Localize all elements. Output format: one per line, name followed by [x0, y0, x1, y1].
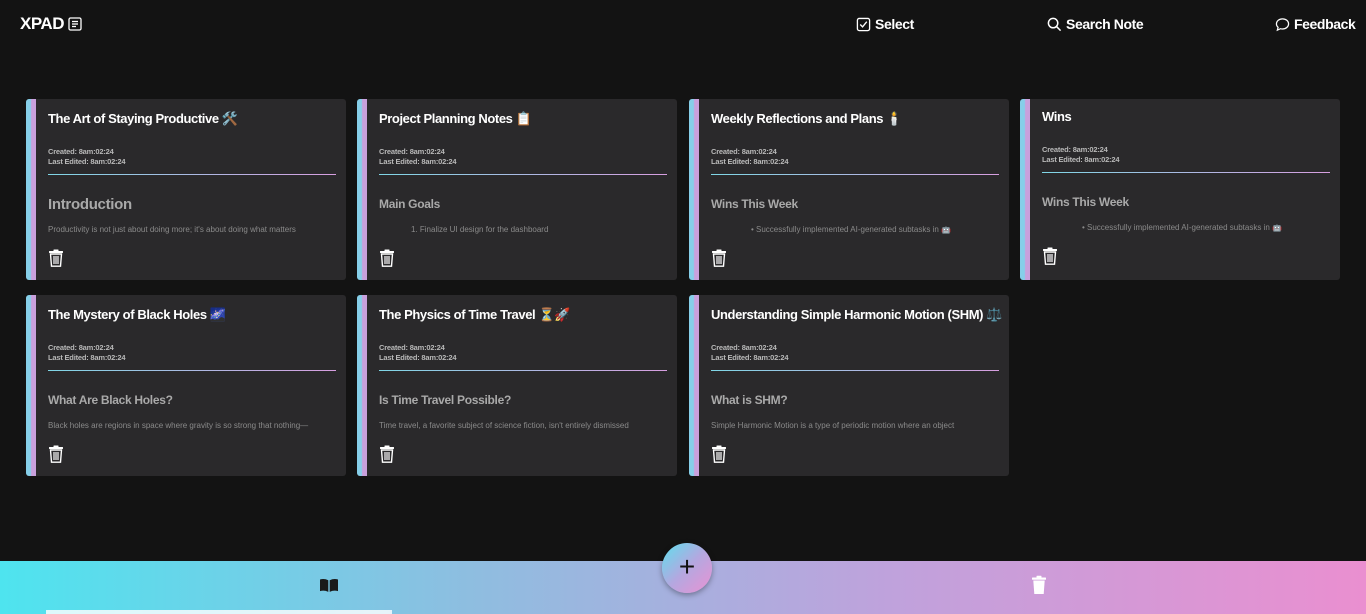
- note-meta: Created: 8am:02:24 Last Edited: 8am:02:2…: [711, 343, 788, 363]
- card-accent-stripe: [689, 295, 699, 476]
- card-accent-stripe: [357, 295, 367, 476]
- note-edited: Last Edited: 8am:02:24: [379, 157, 457, 166]
- card-divider: [1042, 172, 1330, 173]
- note-preview: • Successfully implemented AI-generated …: [711, 226, 999, 234]
- note-created: Created: 8am:02:24: [379, 147, 445, 156]
- note-edited: Last Edited: 8am:02:24: [48, 353, 126, 362]
- note-edited: Last Edited: 8am:02:24: [1042, 155, 1120, 164]
- note-title: The Physics of Time Travel ⏳🚀: [379, 307, 571, 322]
- note-title: The Art of Staying Productive 🛠️: [48, 111, 238, 126]
- trash-icon[interactable]: [379, 249, 395, 267]
- card-accent-stripe: [357, 99, 367, 280]
- note-preview: Black holes are regions in space where g…: [48, 422, 336, 430]
- note-heading: Introduction: [48, 196, 132, 213]
- search-note-button[interactable]: Search Note: [1047, 16, 1144, 32]
- top-bar: XPAD Select Search Note Feedback: [0, 0, 1366, 48]
- active-tab-indicator: [46, 610, 392, 614]
- search-label: Search Note: [1066, 16, 1144, 32]
- note-edited: Last Edited: 8am:02:24: [711, 353, 789, 362]
- note-card[interactable]: Understanding Simple Harmonic Motion (SH…: [689, 295, 1009, 476]
- note-edited: Last Edited: 8am:02:24: [711, 157, 789, 166]
- note-title: Weekly Reflections and Plans 🕯️: [711, 111, 903, 126]
- note-edited: Last Edited: 8am:02:24: [48, 157, 126, 166]
- note-heading: Is Time Travel Possible?: [379, 393, 511, 407]
- note-preview-text: Time travel, a favorite subject of scien…: [379, 422, 629, 430]
- note-heading: What Are Black Holes?: [48, 393, 173, 407]
- note-preview-text: • Successfully implemented AI-generated …: [1082, 224, 1282, 232]
- note-preview-text: Black holes are regions in space where g…: [48, 422, 309, 430]
- note-preview-text: 1. Finalize UI design for the dashboard: [411, 226, 549, 234]
- trash-icon[interactable]: [711, 249, 727, 267]
- note-preview: • Successfully implemented AI-generated …: [1042, 224, 1330, 232]
- note-meta: Created: 8am:02:24 Last Edited: 8am:02:2…: [48, 147, 125, 167]
- note-title: The Mystery of Black Holes 🌌: [48, 307, 226, 322]
- trash-icon[interactable]: [711, 445, 727, 463]
- note-heading: What is SHM?: [711, 393, 788, 407]
- select-button[interactable]: Select: [856, 16, 914, 32]
- notepad-icon: [68, 17, 82, 31]
- note-preview-text: • Successfully implemented AI-generated …: [751, 226, 951, 234]
- card-divider: [48, 174, 336, 175]
- note-preview-text: Productivity is not just about doing mor…: [48, 226, 296, 234]
- note-created: Created: 8am:02:24: [711, 343, 777, 352]
- note-meta: Created: 8am:02:24 Last Edited: 8am:02:2…: [379, 343, 456, 363]
- trash-icon[interactable]: [48, 249, 64, 267]
- trash-icon[interactable]: [1042, 247, 1058, 265]
- note-meta: Created: 8am:02:24 Last Edited: 8am:02:2…: [48, 343, 125, 363]
- trash-icon[interactable]: [1031, 575, 1047, 595]
- card-accent-stripe: [26, 295, 36, 476]
- note-created: Created: 8am:02:24: [48, 343, 114, 352]
- note-preview: Time travel, a favorite subject of scien…: [379, 422, 667, 430]
- search-icon: [1047, 17, 1062, 31]
- logo-text: XPAD: [20, 14, 64, 33]
- note-card[interactable]: Wins Created: 8am:02:24 Last Edited: 8am…: [1020, 99, 1340, 280]
- trash-icon[interactable]: [48, 445, 64, 463]
- note-meta: Created: 8am:02:24 Last Edited: 8am:02:2…: [379, 147, 456, 167]
- note-preview: 1. Finalize UI design for the dashboard: [379, 226, 667, 234]
- note-created: Created: 8am:02:24: [48, 147, 114, 156]
- chat-bubble-icon: [1275, 17, 1290, 31]
- card-divider: [379, 174, 667, 175]
- trash-icon[interactable]: [379, 445, 395, 463]
- note-heading: Main Goals: [379, 197, 441, 211]
- note-created: Created: 8am:02:24: [379, 343, 445, 352]
- note-card[interactable]: The Art of Staying Productive 🛠️ Created…: [26, 99, 346, 280]
- note-meta: Created: 8am:02:24 Last Edited: 8am:02:2…: [711, 147, 788, 167]
- card-divider: [711, 174, 999, 175]
- card-divider: [48, 370, 336, 371]
- book-icon[interactable]: [319, 577, 339, 593]
- note-title: Wins: [1042, 109, 1072, 124]
- note-card[interactable]: The Mystery of Black Holes 🌌 Created: 8a…: [26, 295, 346, 476]
- note-heading: Wins This Week: [1042, 195, 1129, 209]
- note-created: Created: 8am:02:24: [711, 147, 777, 156]
- note-preview: Productivity is not just about doing mor…: [48, 226, 336, 234]
- select-label: Select: [875, 16, 914, 32]
- note-created: Created: 8am:02:24: [1042, 145, 1108, 154]
- note-title: Understanding Simple Harmonic Motion (SH…: [711, 307, 1003, 322]
- add-note-button[interactable]: +: [662, 543, 712, 593]
- note-edited: Last Edited: 8am:02:24: [379, 353, 457, 362]
- note-preview: Simple Harmonic Motion is a type of peri…: [711, 422, 999, 430]
- note-card[interactable]: Weekly Reflections and Plans 🕯️ Created:…: [689, 99, 1009, 280]
- card-divider: [379, 370, 667, 371]
- feedback-button[interactable]: Feedback: [1275, 16, 1356, 32]
- note-title: Project Planning Notes 📋: [379, 111, 532, 126]
- card-accent-stripe: [26, 99, 36, 280]
- card-accent-stripe: [1020, 99, 1030, 280]
- plus-icon: +: [678, 551, 696, 582]
- feedback-label: Feedback: [1294, 16, 1356, 32]
- note-heading: Wins This Week: [711, 197, 798, 211]
- card-divider: [711, 370, 999, 371]
- note-card[interactable]: Project Planning Notes 📋 Created: 8am:02…: [357, 99, 677, 280]
- card-accent-stripe: [689, 99, 699, 280]
- note-preview-text: Simple Harmonic Motion is a type of peri…: [711, 422, 955, 430]
- note-meta: Created: 8am:02:24 Last Edited: 8am:02:2…: [1042, 145, 1119, 165]
- note-card[interactable]: The Physics of Time Travel ⏳🚀 Created: 8…: [357, 295, 677, 476]
- checkbox-icon: [856, 17, 871, 31]
- app-logo[interactable]: XPAD: [20, 14, 83, 34]
